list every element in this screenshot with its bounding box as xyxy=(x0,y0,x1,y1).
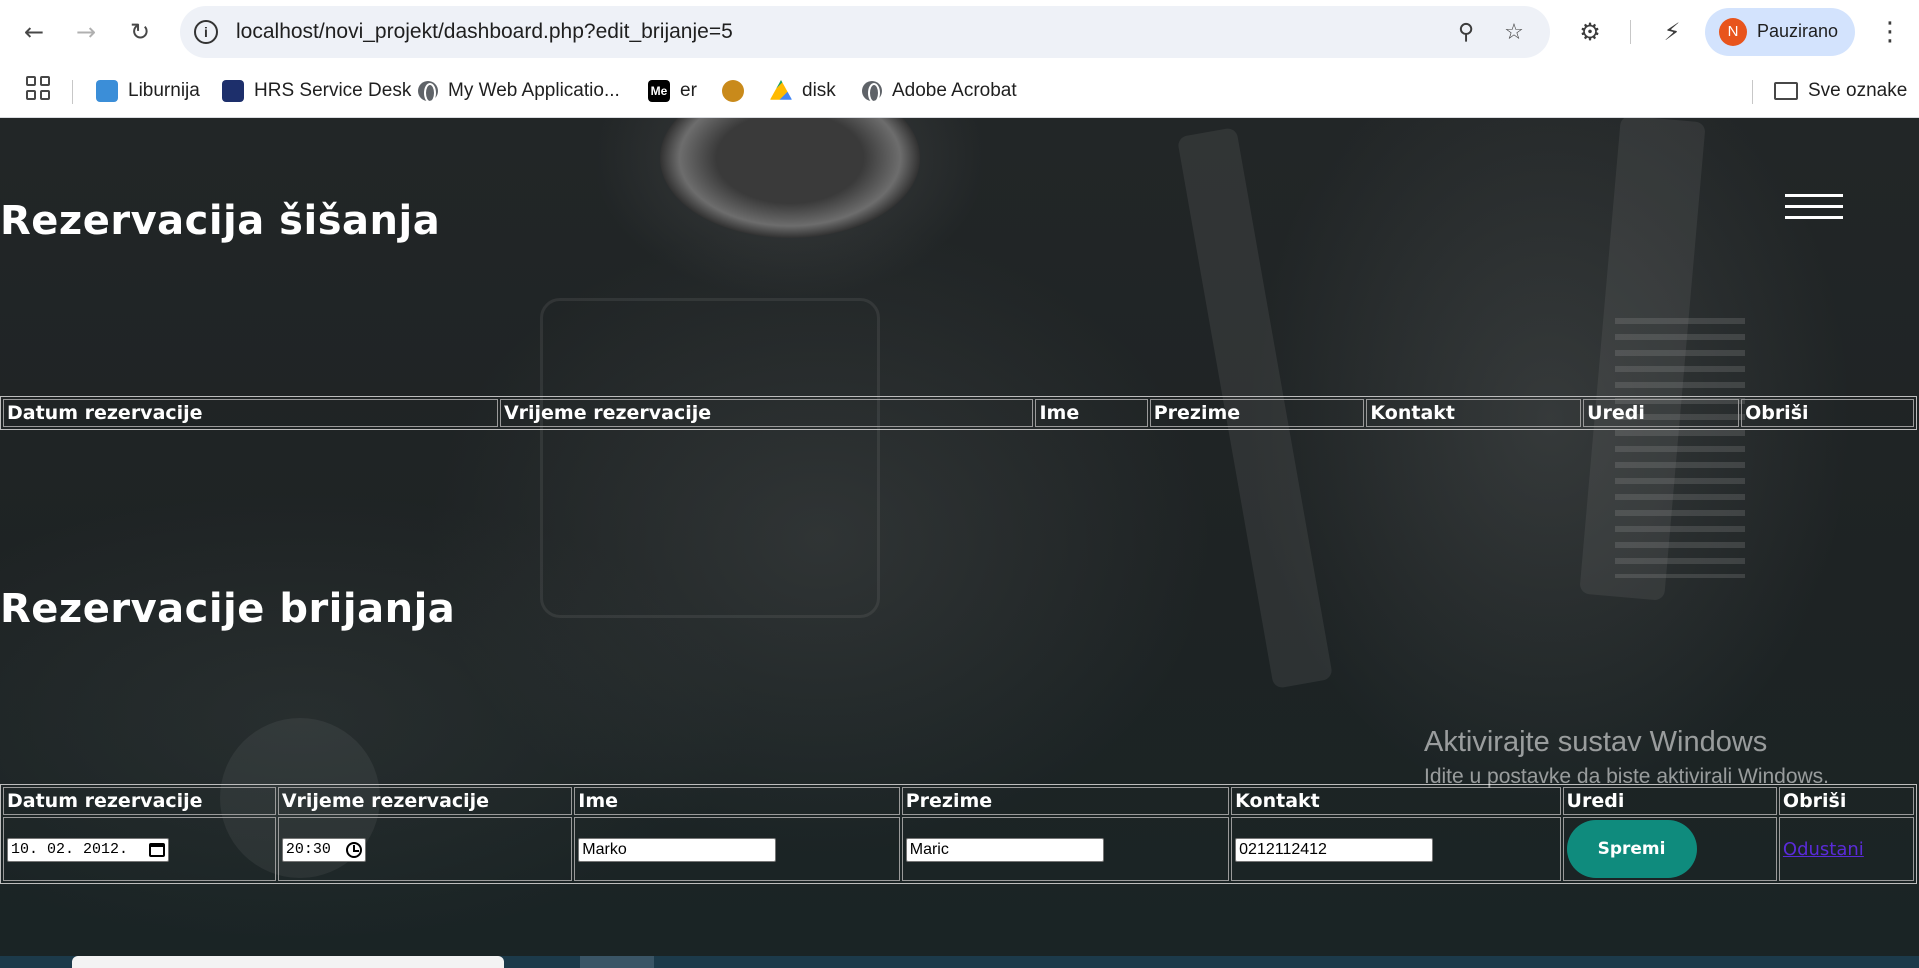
last-name-input[interactable]: Maric xyxy=(905,837,1104,862)
column-header-date: Datum rezervacije xyxy=(3,787,276,815)
windows-taskbar xyxy=(0,956,1919,968)
cancel-link[interactable]: Odustani xyxy=(1783,839,1864,860)
column-header-edit: Uredi xyxy=(1562,787,1777,815)
menu-kebab-icon[interactable]: ⋮ xyxy=(1875,14,1905,50)
column-header-delete: Obriši xyxy=(1778,787,1914,815)
background-jar-decoration xyxy=(660,118,920,238)
shave-section-title: Rezervacije brijanja xyxy=(0,586,456,632)
time-input[interactable]: 20:30 xyxy=(281,837,366,862)
bookmarks-bar: Liburnija HRS Service Desk My Web Applic… xyxy=(0,64,1919,118)
liburnija-icon xyxy=(96,80,118,102)
bookmark-label: My Web Applicatio... xyxy=(448,80,620,101)
windows-activation-hint: Idite u postavke da biste aktivirali Win… xyxy=(1424,765,1830,788)
time-input-value: 20:30 xyxy=(285,841,331,859)
taskbar-search-box[interactable] xyxy=(72,956,504,968)
column-header-date: Datum rezervacije xyxy=(3,399,498,427)
table-header-row: Datum rezervacije Vrijeme rezervacije Im… xyxy=(3,399,1914,427)
windows-activation-title: Aktivirajte sustav Windows xyxy=(1424,726,1768,758)
column-header-last-name: Prezime xyxy=(901,787,1230,815)
apps-grid-icon[interactable] xyxy=(26,76,50,100)
first-name-input[interactable]: Marko xyxy=(578,837,777,862)
bookmark-label: Liburnija xyxy=(128,80,200,101)
hrs-icon xyxy=(222,80,244,102)
column-header-time: Vrijeme rezervacije xyxy=(499,399,1034,427)
profile-status-label: Pauzirano xyxy=(1757,21,1839,41)
bookmark-adobe-acrobat[interactable]: Adobe Acrobat xyxy=(862,76,1017,106)
bookmarks-divider xyxy=(72,80,73,104)
taskbar-app-tile[interactable] xyxy=(580,956,654,968)
bookmark-me[interactable]: Me er xyxy=(648,76,697,106)
column-header-first-name: Ime xyxy=(1035,399,1148,427)
address-url[interactable]: localhost/novi_projekt/dashboard.php?edi… xyxy=(236,20,733,44)
bookmark-liburnija[interactable]: Liburnija xyxy=(96,76,200,106)
reload-icon[interactable]: ↻ xyxy=(120,12,160,52)
cell-last-name: Maric xyxy=(901,817,1230,881)
bookmark-star-icon[interactable]: ☆ xyxy=(1500,18,1528,46)
date-input-value: 10. 02. 2012. xyxy=(11,841,129,859)
table-row-edit: 10. 02. 2012. 20:30 Marko Maric 02121124… xyxy=(3,817,1914,881)
all-bookmarks[interactable]: Sve oznake xyxy=(1774,76,1907,106)
performance-icon[interactable]: ⚡ xyxy=(1654,14,1690,50)
haircut-section-title: Rezervacija šišanja xyxy=(0,198,441,244)
cell-first-name: Marko xyxy=(574,817,900,881)
bookmark-my-web-applications[interactable]: My Web Applicatio... xyxy=(418,76,620,106)
beer-mug-icon xyxy=(722,80,744,102)
zoom-icon[interactable]: ⚲ xyxy=(1452,18,1480,46)
column-header-contact: Kontakt xyxy=(1231,787,1561,815)
background-clipper-decoration xyxy=(540,298,880,618)
toolbar-divider xyxy=(1630,20,1631,44)
all-bookmarks-label: Sve oznake xyxy=(1808,80,1908,101)
contact-input[interactable]: 0212112412 xyxy=(1235,837,1434,862)
bookmarks-divider xyxy=(1752,80,1753,104)
background-comb-teeth-decoration xyxy=(1615,318,1745,578)
date-input[interactable]: 10. 02. 2012. xyxy=(7,837,169,862)
globe-icon xyxy=(862,81,882,103)
bookmark-label: HRS Service Desk xyxy=(254,80,412,101)
bookmark-label: disk xyxy=(802,80,836,101)
avatar: N xyxy=(1719,18,1747,46)
cell-time: 20:30 xyxy=(277,817,573,881)
profile-button[interactable]: N Pauzirano xyxy=(1705,8,1855,56)
column-header-first-name: Ime xyxy=(574,787,900,815)
me-icon: Me xyxy=(648,80,670,102)
cell-date: 10. 02. 2012. xyxy=(3,817,276,881)
address-bar[interactable]: i localhost/novi_projekt/dashboard.php?e… xyxy=(180,6,1550,58)
haircut-reservations-table: Datum rezervacije Vrijeme rezervacije Im… xyxy=(0,396,1917,430)
forward-arrow-icon[interactable]: → xyxy=(66,12,106,52)
hamburger-menu-icon[interactable] xyxy=(1785,194,1843,224)
browser-toolbar: ← → ↻ i localhost/novi_projekt/dashboard… xyxy=(0,0,1919,64)
back-arrow-icon[interactable]: ← xyxy=(14,12,54,52)
bookmark-hrs-service-desk[interactable]: HRS Service Desk xyxy=(222,76,411,106)
calendar-icon[interactable] xyxy=(149,842,165,857)
cell-edit: Spremi xyxy=(1562,817,1777,881)
globe-icon xyxy=(418,81,438,103)
folder-icon xyxy=(1774,82,1798,100)
table-header-row: Datum rezervacije Vrijeme rezervacije Im… xyxy=(3,787,1914,815)
cell-delete: Odustani xyxy=(1778,817,1914,881)
column-header-last-name: Prezime xyxy=(1149,399,1365,427)
cell-contact: 0212112412 xyxy=(1231,817,1561,881)
clock-icon[interactable] xyxy=(345,841,362,858)
column-header-edit: Uredi xyxy=(1583,399,1740,427)
column-header-contact: Kontakt xyxy=(1366,399,1582,427)
bookmark-disk[interactable]: disk xyxy=(770,76,836,106)
extensions-icon[interactable]: ⚙ xyxy=(1572,14,1608,50)
column-header-delete: Obriši xyxy=(1741,399,1914,427)
column-header-time: Vrijeme rezervacije xyxy=(277,787,573,815)
background-comb-decoration xyxy=(1579,118,1706,601)
bookmark-label: er xyxy=(680,80,697,101)
site-info-icon[interactable]: i xyxy=(194,20,218,44)
save-button[interactable]: Spremi xyxy=(1566,820,1697,878)
google-drive-icon xyxy=(770,80,792,100)
shave-reservations-table: Datum rezervacije Vrijeme rezervacije Im… xyxy=(0,784,1917,884)
bookmark-label: Adobe Acrobat xyxy=(892,80,1017,101)
bookmark-beer[interactable] xyxy=(722,76,754,106)
dashboard-page: Rezervacija šišanja Datum rezervacije Vr… xyxy=(0,118,1919,956)
